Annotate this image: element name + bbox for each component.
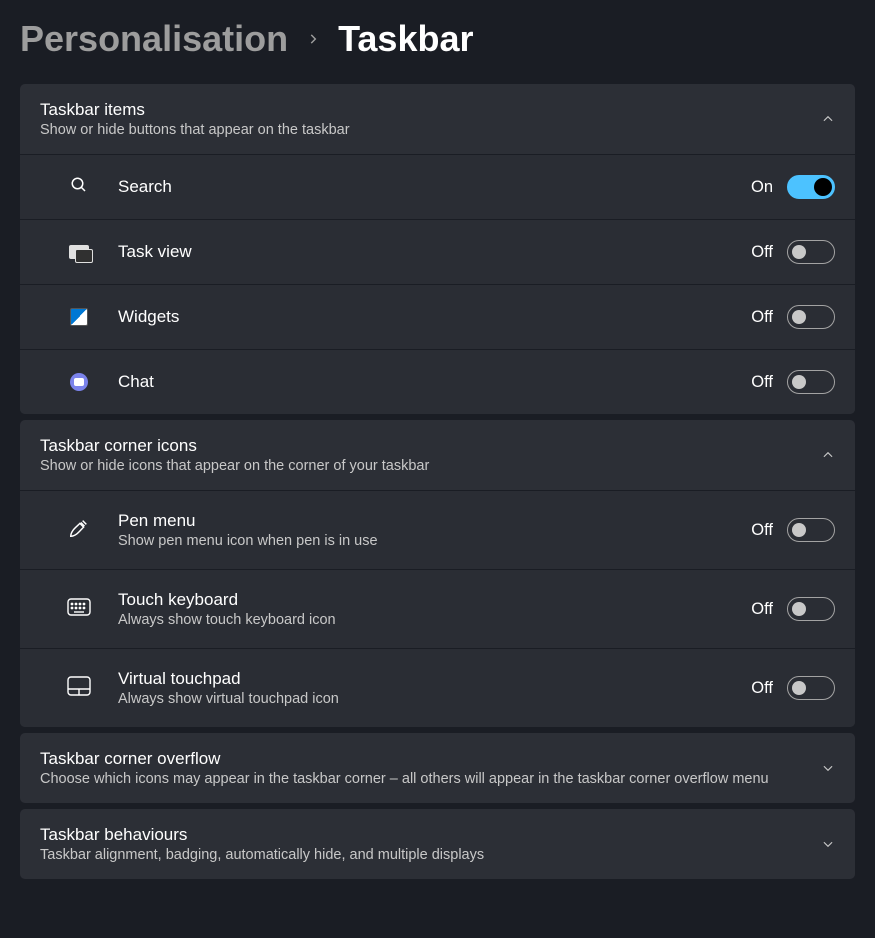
row-task-view: Task view Off <box>20 219 855 284</box>
row-widgets: Widgets Off <box>20 284 855 349</box>
row-search: Search On <box>20 154 855 219</box>
breadcrumb-current: Taskbar <box>338 18 473 60</box>
breadcrumb-parent[interactable]: Personalisation <box>20 18 288 60</box>
toggle-state-label: Off <box>751 243 773 262</box>
toggle-state-label: On <box>751 178 773 197</box>
chevron-down-icon <box>821 837 835 851</box>
keyboard-icon <box>67 598 91 621</box>
pen-menu-toggle[interactable] <box>787 518 835 542</box>
row-desc: Show pen menu icon when pen is in use <box>118 533 751 549</box>
search-toggle[interactable] <box>787 175 835 199</box>
widgets-toggle[interactable] <box>787 305 835 329</box>
section-subtitle: Show or hide buttons that appear on the … <box>40 122 821 138</box>
task-view-toggle[interactable] <box>787 240 835 264</box>
section-title: Taskbar corner icons <box>40 436 821 456</box>
touchpad-icon <box>67 676 91 701</box>
toggle-state-label: Off <box>751 679 773 698</box>
chevron-up-icon <box>821 112 835 126</box>
row-label: Touch keyboard <box>118 590 751 610</box>
row-desc: Always show virtual touchpad icon <box>118 691 751 707</box>
section-subtitle: Taskbar alignment, badging, automaticall… <box>40 847 821 863</box>
toggle-state-label: Off <box>751 308 773 327</box>
section-title: Taskbar items <box>40 100 821 120</box>
row-pen-menu: Pen menu Show pen menu icon when pen is … <box>20 490 855 569</box>
chat-toggle[interactable] <box>787 370 835 394</box>
touch-keyboard-toggle[interactable] <box>787 597 835 621</box>
section-header-corner-icons[interactable]: Taskbar corner icons Show or hide icons … <box>20 420 855 490</box>
row-label: Task view <box>118 242 751 262</box>
section-title: Taskbar behaviours <box>40 825 821 845</box>
chevron-down-icon <box>821 761 835 775</box>
row-label: Pen menu <box>118 511 751 531</box>
breadcrumb: Personalisation Taskbar <box>0 0 875 84</box>
row-label: Widgets <box>118 307 751 327</box>
section-subtitle: Choose which icons may appear in the tas… <box>40 771 821 787</box>
section-corner-overflow: Taskbar corner overflow Choose which ico… <box>20 733 855 803</box>
row-virtual-touchpad: Virtual touchpad Always show virtual tou… <box>20 648 855 727</box>
section-title: Taskbar corner overflow <box>40 749 821 769</box>
row-desc: Always show touch keyboard icon <box>118 612 751 628</box>
chevron-up-icon <box>821 448 835 462</box>
task-view-icon <box>69 245 89 259</box>
row-label: Search <box>118 177 751 197</box>
chevron-right-icon <box>306 32 320 46</box>
section-taskbar-items: Taskbar items Show or hide buttons that … <box>20 84 855 414</box>
widgets-icon <box>70 308 88 326</box>
toggle-state-label: Off <box>751 521 773 540</box>
search-icon <box>70 176 88 199</box>
section-behaviours: Taskbar behaviours Taskbar alignment, ba… <box>20 809 855 879</box>
row-chat: Chat Off <box>20 349 855 414</box>
toggle-state-label: Off <box>751 373 773 392</box>
section-subtitle: Show or hide icons that appear on the co… <box>40 458 821 474</box>
row-label: Virtual touchpad <box>118 669 751 689</box>
section-corner-icons: Taskbar corner icons Show or hide icons … <box>20 420 855 727</box>
section-header-behaviours[interactable]: Taskbar behaviours Taskbar alignment, ba… <box>20 809 855 879</box>
section-header-corner-overflow[interactable]: Taskbar corner overflow Choose which ico… <box>20 733 855 803</box>
pen-icon <box>68 517 90 544</box>
row-label: Chat <box>118 372 751 392</box>
toggle-state-label: Off <box>751 600 773 619</box>
section-header-taskbar-items[interactable]: Taskbar items Show or hide buttons that … <box>20 84 855 154</box>
row-touch-keyboard: Touch keyboard Always show touch keyboar… <box>20 569 855 648</box>
virtual-touchpad-toggle[interactable] <box>787 676 835 700</box>
chat-icon <box>70 373 88 391</box>
